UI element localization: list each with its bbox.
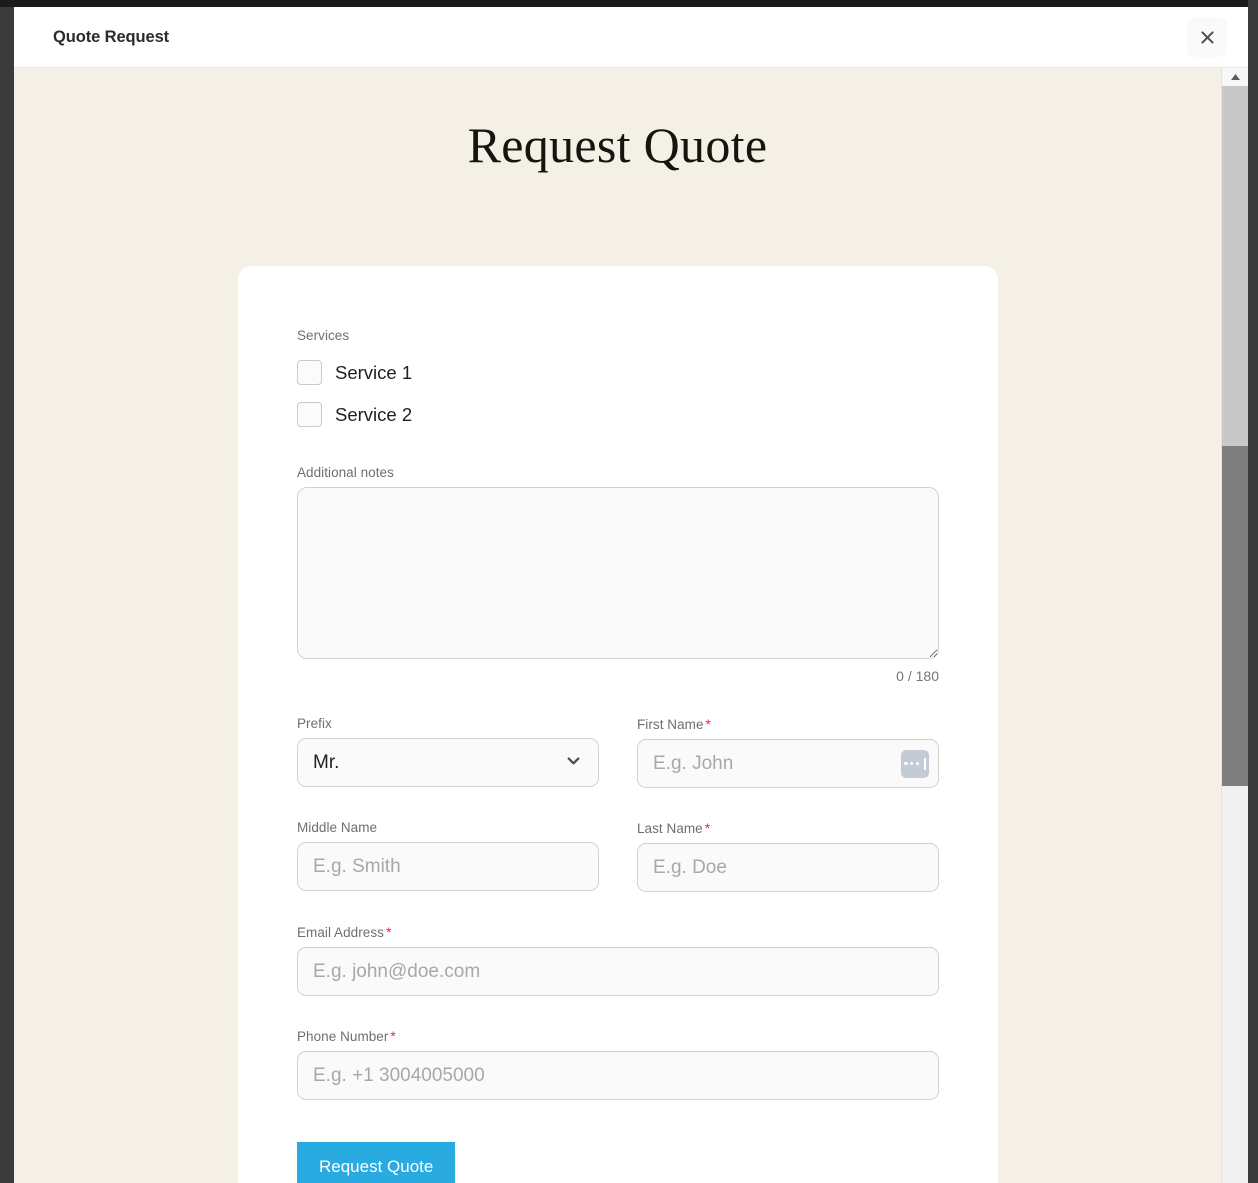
autofill-dot [904,762,907,765]
scrollbar-thumb[interactable] [1222,446,1248,786]
first-name-label: First Name* [637,716,939,732]
checkbox-row-service-1[interactable]: Service 1 [297,360,939,385]
prefix-label: Prefix [297,716,599,731]
last-name-label-text: Last Name [637,821,703,836]
email-label-text: Email Address [297,925,384,940]
scrollbar-thumb-upper[interactable] [1222,86,1248,446]
request-quote-submit-button[interactable]: Request Quote [297,1142,455,1183]
last-name-field: Last Name* [637,820,939,892]
middle-name-input[interactable] [297,842,599,891]
quote-request-modal: Quote Request Request Quote Services [14,7,1248,1183]
scrollbar-up-arrow-button[interactable] [1222,68,1248,86]
checkbox-service-2[interactable] [297,402,322,427]
close-icon [1199,29,1216,46]
checkbox-row-service-2[interactable]: Service 2 [297,402,939,427]
autofill-dot [916,762,919,765]
prefix-select-wrap: Mr. [297,738,599,787]
checkbox-label-service-2: Service 2 [335,404,412,426]
prefix-select[interactable]: Mr. [297,738,599,787]
email-input[interactable] [297,947,939,996]
required-marker: * [705,820,711,836]
close-button[interactable] [1187,17,1227,57]
browser-window-frame: Quote Request Request Quote Services [0,0,1258,1183]
triangle-up-icon [1230,68,1241,86]
required-marker: * [386,924,392,940]
phone-input[interactable] [297,1051,939,1100]
additional-notes-label: Additional notes [297,465,939,480]
scrollbar-track[interactable] [1222,86,1248,1183]
services-group: Services Service 1 Service 2 [297,328,939,427]
first-name-input-wrap [637,739,939,788]
vertical-scrollbar[interactable] [1221,68,1248,1183]
modal-title: Quote Request [53,28,169,47]
services-label: Services [297,328,939,343]
last-name-label: Last Name* [637,820,939,836]
autofill-icon[interactable] [901,750,929,778]
additional-notes-counter: 0 / 180 [297,668,939,684]
checkbox-service-1[interactable] [297,360,322,385]
phone-label: Phone Number* [297,1028,939,1044]
name-row-2: Middle Name Last Name* [297,820,939,892]
phone-field: Phone Number* [297,1028,939,1100]
name-row-1: Prefix Mr. [297,716,939,788]
page-title: Request Quote [14,68,1221,174]
first-name-input[interactable] [637,739,939,788]
autofill-dot [910,762,913,765]
autofill-dots [904,758,926,770]
required-marker: * [390,1028,396,1044]
last-name-input[interactable] [637,843,939,892]
modal-body: Request Quote Services Service 1 Service… [14,68,1248,1183]
modal-header: Quote Request [14,7,1248,68]
checkbox-label-service-1: Service 1 [335,362,412,384]
window-right-border [1248,0,1258,1183]
quote-request-form: Services Service 1 Service 2 Additional … [238,266,998,1183]
autofill-caret [924,758,926,770]
first-name-field: First Name* [637,716,939,788]
modal-scroll-area: Request Quote Services Service 1 Service… [14,68,1221,1183]
prefix-field: Prefix Mr. [297,716,599,788]
phone-label-text: Phone Number [297,1029,388,1044]
required-marker: * [706,716,712,732]
window-top-border [0,0,1258,7]
email-label: Email Address* [297,924,939,940]
additional-notes-textarea[interactable] [297,487,939,659]
middle-name-label: Middle Name [297,820,599,835]
email-field: Email Address* [297,924,939,996]
first-name-label-text: First Name [637,717,704,732]
middle-name-field: Middle Name [297,820,599,892]
additional-notes-group: Additional notes 0 / 180 [297,465,939,684]
